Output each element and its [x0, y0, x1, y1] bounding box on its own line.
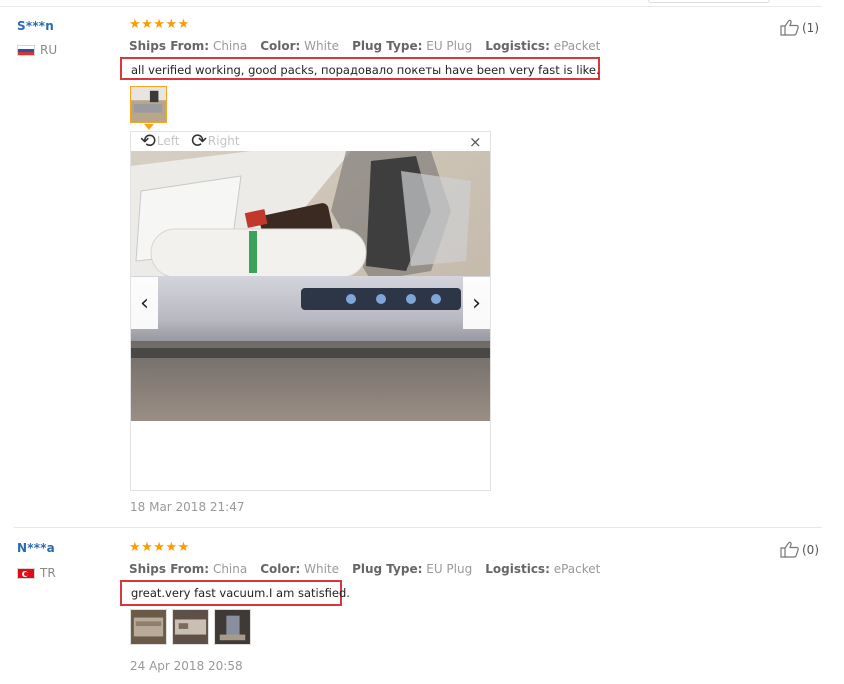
star-rating: ★★★★★: [129, 17, 190, 32]
attr-key: Ships From:: [129, 39, 210, 53]
attr-key: Logistics:: [485, 39, 550, 53]
photo-thumbnail-image: [173, 610, 208, 644]
reviewer-country: TR: [17, 566, 56, 580]
rotate-left-button[interactable]: ⟲ Left: [140, 130, 180, 152]
attr-key: Ships From:: [129, 562, 210, 576]
photo-image: [131, 151, 490, 421]
review-date: 18 Mar 2018 21:47: [130, 500, 245, 514]
attr-key: Color:: [260, 562, 301, 576]
thumbs-up-icon: [780, 541, 799, 558]
review-photo-large: [131, 151, 490, 421]
helpful-button[interactable]: (1): [780, 19, 819, 36]
attr-key: Plug Type:: [352, 562, 423, 576]
rotate-right-icon: ⟳: [191, 130, 207, 152]
photo-thumbnail-image: [215, 610, 250, 644]
thumbs-up-icon: [780, 19, 799, 36]
photo-thumbnail-image: [131, 87, 166, 122]
review-text: great.very fast vacuum.I am satisfied.: [120, 580, 350, 606]
attr-value: ePacket: [553, 39, 601, 53]
review-photo-thumbnail[interactable]: [130, 609, 167, 645]
rotate-left-label: Left: [156, 134, 180, 148]
attr-value: EU Plug: [426, 39, 473, 53]
reviewer-name[interactable]: N***a: [17, 541, 55, 555]
turkey-flag-icon: [17, 567, 35, 579]
close-icon[interactable]: ×: [469, 133, 482, 151]
country-code: RU: [40, 43, 58, 57]
attr-value: China: [212, 39, 248, 53]
top-divider: [0, 6, 822, 7]
photo-thumbnail-image: [131, 610, 166, 644]
attr-key: Logistics:: [485, 562, 550, 576]
helpful-count: (1): [802, 20, 819, 35]
top-control-fragment: [648, 0, 770, 3]
helpful-count: (0): [802, 542, 819, 557]
attr-value: ePacket: [553, 562, 601, 576]
order-attributes: Ships From: China Color: White Plug Type: …: [129, 39, 613, 53]
next-image-button[interactable]: ›: [463, 277, 490, 329]
attr-key: Color:: [260, 39, 301, 53]
review-photo-thumbnail[interactable]: [130, 86, 167, 123]
helpful-button[interactable]: (0): [780, 541, 819, 558]
attr-value: White: [304, 39, 340, 53]
previous-image-button[interactable]: ‹: [131, 277, 158, 329]
review-date: 24 Apr 2018 20:58: [130, 659, 243, 673]
star-rating: ★★★★★: [129, 540, 190, 555]
review-text: all verified working, good packs, порадо…: [120, 57, 600, 80]
review-photo-thumbnail[interactable]: [172, 609, 209, 645]
attr-value: White: [304, 562, 340, 576]
review-separator: [14, 527, 822, 528]
review-photo-thumbnail[interactable]: [214, 609, 251, 645]
rotate-right-label: Right: [207, 134, 240, 148]
attr-value: China: [212, 562, 248, 576]
attr-value: EU Plug: [426, 562, 473, 576]
order-attributes: Ships From: China Color: White Plug Type: …: [129, 562, 613, 576]
russia-flag-icon: [17, 44, 35, 56]
country-code: TR: [40, 566, 56, 580]
attr-key: Plug Type:: [352, 39, 423, 53]
reviewer-name[interactable]: S***n: [17, 19, 54, 33]
rotate-left-icon: ⟲: [140, 130, 156, 152]
image-viewer: ⟲ Left ⟳ Right × ‹ ›: [130, 131, 491, 491]
reviewer-country: RU: [17, 43, 57, 57]
rotate-right-button[interactable]: ⟳ Right: [191, 130, 240, 152]
